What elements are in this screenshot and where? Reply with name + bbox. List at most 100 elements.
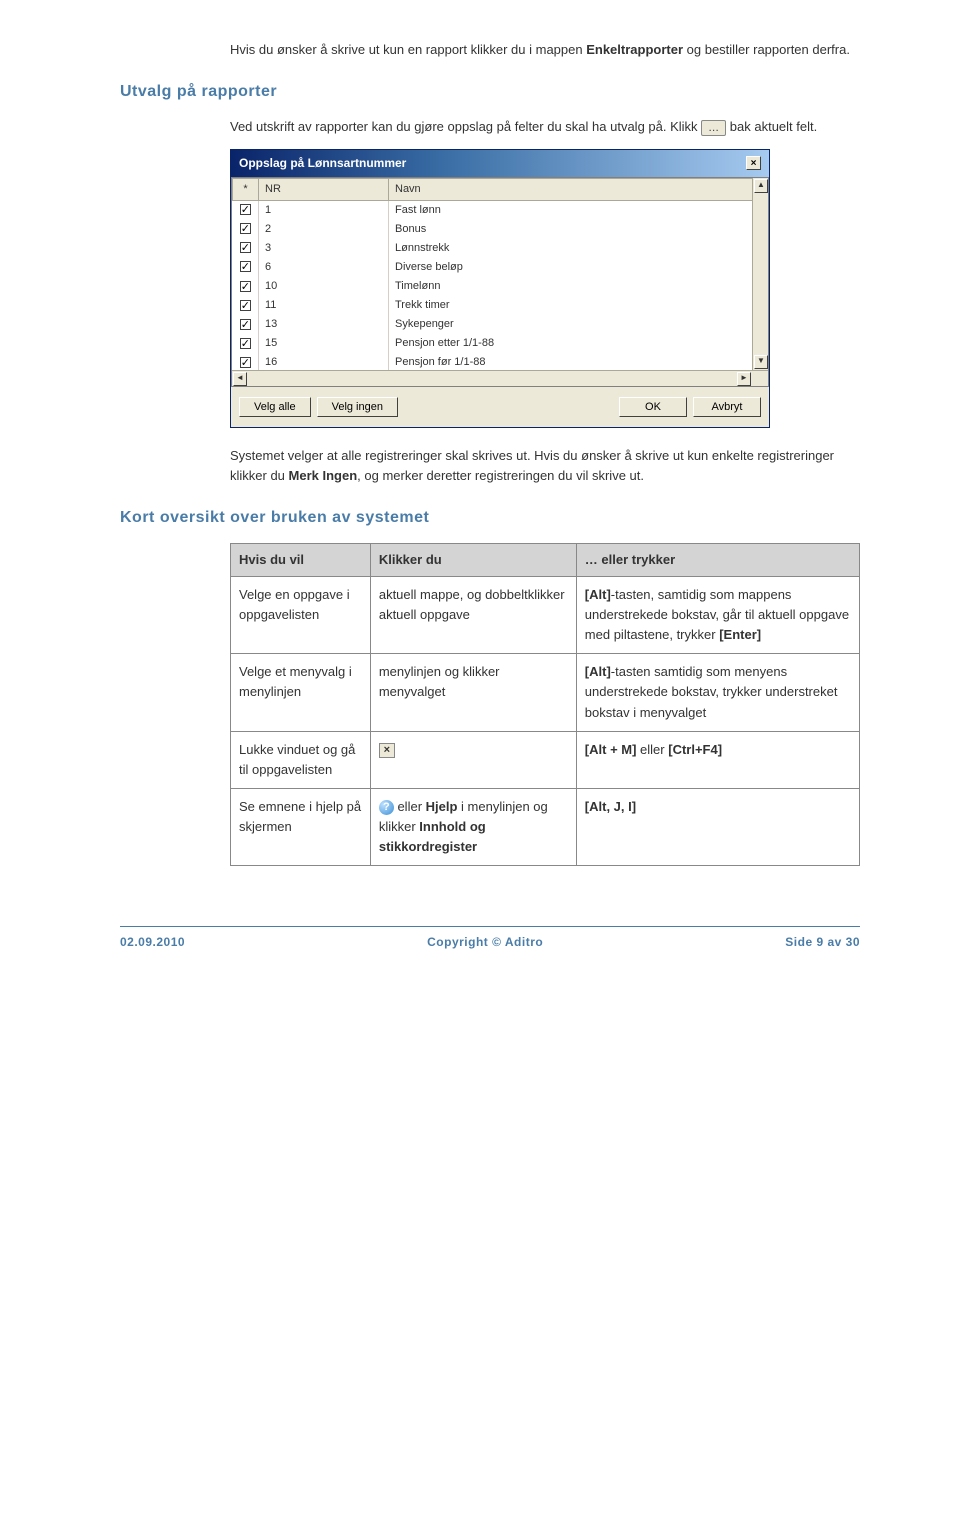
checkbox-icon[interactable] (240, 261, 251, 272)
select-none-button[interactable]: Velg ingen (317, 397, 398, 417)
checkbox-icon[interactable] (240, 300, 251, 311)
ok-button[interactable]: OK (619, 397, 687, 417)
cell-navn: Timelønn (389, 277, 768, 296)
cancel-button[interactable]: Avbryt (693, 397, 761, 417)
text-bold: Merk Ingen (289, 468, 358, 483)
cell: Velge en oppgave i oppgavelisten (231, 576, 371, 653)
checkbox-icon[interactable] (240, 204, 251, 215)
th-klikker: Klikker du (370, 543, 576, 576)
paragraph: Systemet velger at alle registreringer s… (230, 446, 860, 486)
th-trykker: … eller trykker (576, 543, 859, 576)
page-footer: 02.09.2010 Copyright © Aditro Side 9 av … (120, 926, 860, 952)
keycombo: [Enter] (719, 627, 761, 642)
keycombo: [Alt] (585, 587, 611, 602)
cell: menylinjen og klikker menyvalget (370, 654, 576, 731)
table-row[interactable]: 11Trekk timer (233, 296, 768, 315)
cell-nr: 10 (259, 277, 389, 296)
table-row[interactable]: 6Diverse beløp (233, 258, 768, 277)
cell-navn: Diverse beløp (389, 258, 768, 277)
dialog-button-row: Velg alle Velg ingen OK Avbryt (231, 387, 769, 427)
th-hvis: Hvis du vil (231, 543, 371, 576)
close-window-icon: × (379, 743, 395, 758)
cell-nr: 1 (259, 200, 389, 220)
cell: aktuell mappe, og dobbeltklikker aktuell… (370, 576, 576, 653)
cell: [Alt]-tasten samtidig som menyens unders… (576, 654, 859, 731)
table-row: Velge et menyvalg i menylinjen menylinje… (231, 654, 860, 731)
keycombo: [Alt, J, I] (585, 799, 636, 814)
cell: [Alt]-tasten, samtidig som mappens under… (576, 576, 859, 653)
footer-date: 02.09.2010 (120, 933, 185, 952)
lookup-dialog: Oppslag på Lønnsartnummer × * NR Navn 1F… (230, 149, 770, 428)
help-icon: ? (379, 800, 394, 815)
cell-nr: 13 (259, 315, 389, 334)
cell-nr: 15 (259, 334, 389, 353)
cell: Velge et menyvalg i menylinjen (231, 654, 371, 731)
cell-nr: 2 (259, 220, 389, 239)
keycombo: [Alt + M] (585, 742, 637, 757)
cell-navn: Bonus (389, 220, 768, 239)
text: eller (636, 742, 668, 757)
section-heading-utvalg: Utvalg på rapporter (120, 80, 860, 105)
scroll-left-icon[interactable]: ◄ (233, 372, 247, 386)
text: og bestiller rapporten derfra. (683, 42, 850, 57)
select-all-button[interactable]: Velg alle (239, 397, 311, 417)
col-navn[interactable]: Navn (389, 178, 768, 200)
footer-page: Side 9 av 30 (785, 933, 860, 952)
col-nr[interactable]: NR (259, 178, 389, 200)
table-row[interactable]: 3Lønnstrekk (233, 239, 768, 258)
cell-nr: 3 (259, 239, 389, 258)
keycombo: [Ctrl+F4] (668, 742, 722, 757)
text: Hvis du ønsker å skrive ut kun en rappor… (230, 42, 586, 57)
text-bold: Hjelp (426, 799, 458, 814)
scroll-right-icon[interactable]: ► (737, 372, 751, 386)
text: bak aktuelt felt. (730, 119, 817, 134)
col-checkbox[interactable]: * (233, 178, 259, 200)
table-row: Lukke vinduet og gå til oppgavelisten × … (231, 731, 860, 788)
scroll-down-icon[interactable]: ▼ (754, 355, 768, 369)
cell: [Alt + M] eller [Ctrl+F4] (576, 731, 859, 788)
scrollbar-horizontal[interactable]: ◄ ► (232, 370, 768, 386)
cell-nr: 6 (259, 258, 389, 277)
table-row[interactable]: 2Bonus (233, 220, 768, 239)
text: , og merker deretter registreringen du v… (357, 468, 644, 483)
cell: Se emnene i hjelp på skjermen (231, 789, 371, 866)
cell: [Alt, J, I] (576, 789, 859, 866)
text-bold: Enkeltrapporter (586, 42, 683, 57)
scrollbar-vertical[interactable]: ▲ ▼ (752, 178, 768, 370)
table-row[interactable]: 1Fast lønn (233, 200, 768, 220)
scroll-up-icon[interactable]: ▲ (754, 179, 768, 193)
table-row[interactable]: 15Pensjon etter 1/1-88 (233, 334, 768, 353)
ellipsis-button-icon: … (701, 120, 726, 136)
dialog-titlebar: Oppslag på Lønnsartnummer × (231, 150, 769, 177)
cell: × (370, 731, 576, 788)
close-icon[interactable]: × (746, 156, 761, 170)
checkbox-icon[interactable] (240, 281, 251, 292)
text: -tasten samtidig som menyens understreke… (585, 664, 838, 719)
text: -tasten, samtidig som mappens understrek… (585, 587, 849, 642)
cell-navn: Sykepenger (389, 315, 768, 334)
cell-navn: Lønnstrekk (389, 239, 768, 258)
table-row[interactable]: 13Sykepenger (233, 315, 768, 334)
instruction-table: Hvis du vil Klikker du … eller trykker V… (230, 543, 860, 867)
lookup-table: * NR Navn 1Fast lønn2Bonus3Lønnstrekk6Di… (232, 178, 768, 387)
cell-nr: 11 (259, 296, 389, 315)
checkbox-icon[interactable] (240, 319, 251, 330)
checkbox-icon[interactable] (240, 223, 251, 234)
table-row: Se emnene i hjelp på skjermen ? eller Hj… (231, 789, 860, 866)
footer-copyright: Copyright © Aditro (427, 933, 543, 952)
cell-navn: Trekk timer (389, 296, 768, 315)
checkbox-icon[interactable] (240, 338, 251, 349)
checkbox-icon[interactable] (240, 357, 251, 368)
table-row[interactable]: 10Timelønn (233, 277, 768, 296)
text: eller (394, 799, 426, 814)
section-heading-oversikt: Kort oversikt over bruken av systemet (120, 506, 860, 531)
checkbox-icon[interactable] (240, 242, 251, 253)
text: Ved utskrift av rapporter kan du gjøre o… (230, 119, 701, 134)
cell-navn: Pensjon etter 1/1-88 (389, 334, 768, 353)
dialog-title-text: Oppslag på Lønnsartnummer (239, 154, 406, 173)
intro-paragraph: Hvis du ønsker å skrive ut kun en rappor… (230, 40, 860, 60)
table-row: Velge en oppgave i oppgavelisten aktuell… (231, 576, 860, 653)
cell: ? eller Hjelp i menylinjen og klikker In… (370, 789, 576, 866)
cell: Lukke vinduet og gå til oppgavelisten (231, 731, 371, 788)
keycombo: [Alt] (585, 664, 611, 679)
